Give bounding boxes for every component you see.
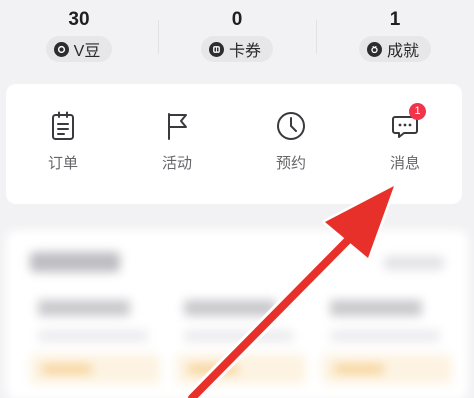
stats-row: 30 V豆 0 卡券 1 成就 — [0, 0, 474, 76]
v-beans-pill[interactable]: V豆 — [45, 36, 113, 62]
chat-icon: 1 — [389, 103, 426, 142]
clock-icon — [275, 110, 307, 142]
orders-label: 订单 — [47, 155, 78, 172]
v-beans-count: 30 — [68, 9, 90, 30]
achievement-icon — [366, 41, 382, 57]
quick-menu-card: 订单 活动 预约 1 消息 — [6, 84, 462, 204]
coupons-label: 卡券 — [228, 43, 261, 60]
coupon-icon — [208, 41, 224, 57]
menu-item-activities[interactable]: 活动 — [120, 84, 234, 204]
v-bean-icon — [53, 41, 69, 57]
stat-v-beans[interactable]: 30 V豆 — [0, 0, 158, 76]
menu-item-messages[interactable]: 1 消息 — [348, 84, 462, 204]
messages-label: 消息 — [389, 155, 420, 172]
menu-item-reservations[interactable]: 预约 — [234, 84, 348, 204]
blurred-card-more — [384, 256, 444, 270]
v-beans-label: V豆 — [73, 43, 101, 60]
flag-icon — [161, 110, 193, 142]
coupons-pill[interactable]: 卡券 — [200, 36, 273, 62]
achievements-pill[interactable]: 成就 — [358, 36, 431, 62]
order-icon — [47, 110, 79, 142]
blurred-card-title — [30, 252, 120, 272]
blurred-card — [6, 230, 468, 398]
achievements-label: 成就 — [386, 43, 419, 60]
stat-achievements[interactable]: 1 成就 — [316, 0, 474, 76]
reservations-label: 预约 — [275, 155, 306, 172]
message-count-badge: 1 — [409, 103, 426, 120]
stat-coupons[interactable]: 0 卡券 — [158, 0, 316, 76]
blurred-item — [322, 300, 452, 398]
blurred-item — [176, 300, 306, 398]
activities-label: 活动 — [161, 155, 192, 172]
coupons-count: 0 — [231, 9, 243, 30]
blurred-content-area — [0, 222, 474, 398]
menu-item-orders[interactable]: 订单 — [6, 84, 120, 204]
blurred-item — [30, 300, 160, 398]
achievements-count: 1 — [389, 9, 401, 30]
